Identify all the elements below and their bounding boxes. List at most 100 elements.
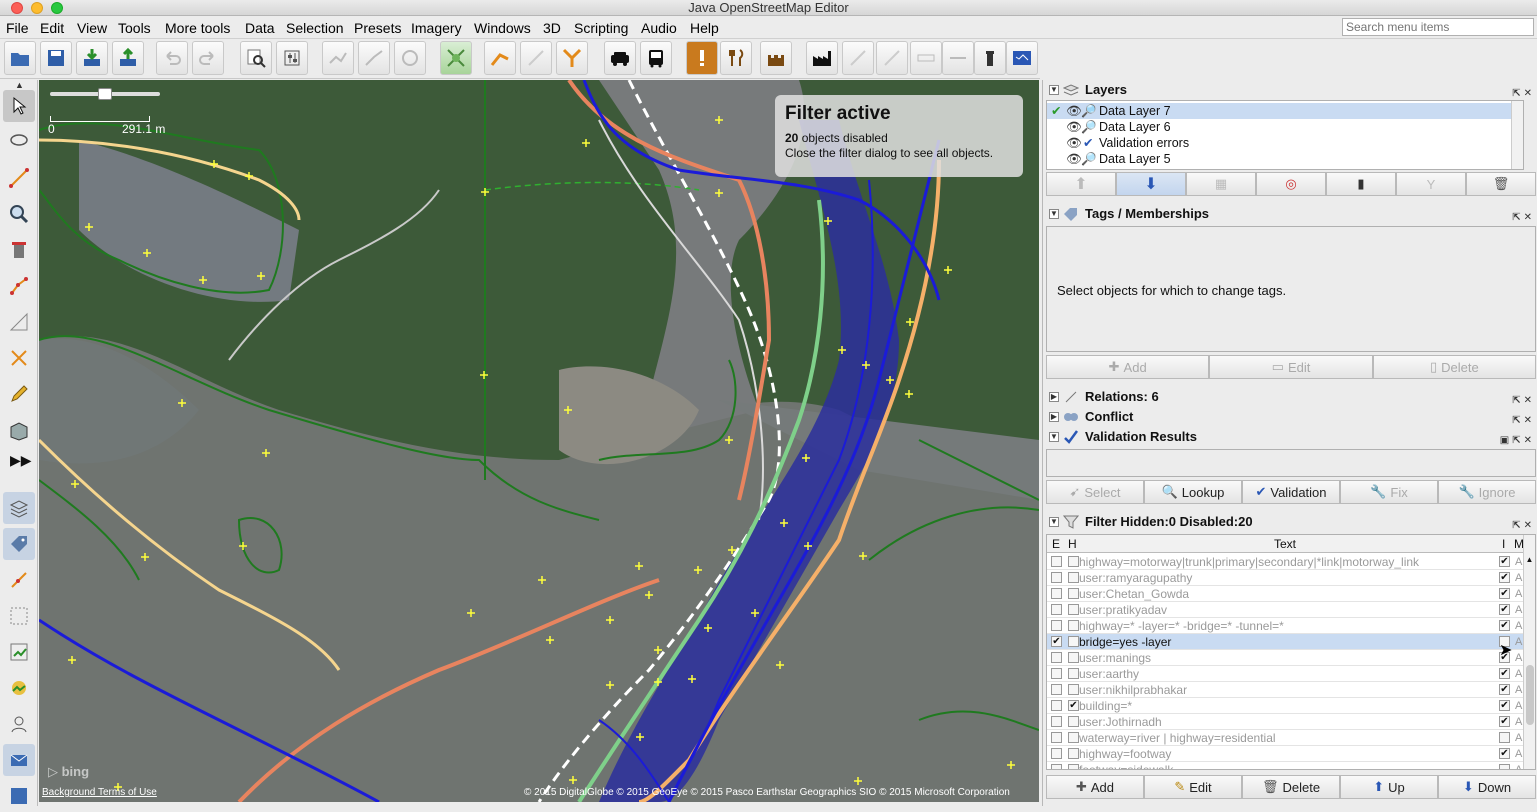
menu-presets[interactable]: Presets [354, 20, 401, 36]
filter-hidden-checkbox[interactable] [1068, 604, 1079, 615]
visible-eye-icon[interactable]: 👁 [1066, 135, 1082, 151]
filter-enabled-checkbox[interactable] [1051, 620, 1062, 631]
filter-row[interactable]: ✔ building=* ✔ A [1047, 698, 1525, 714]
filter-row[interactable]: footway=sidewalk A [1047, 762, 1525, 769]
menu-view[interactable]: View [77, 20, 107, 36]
filter-enabled-checkbox[interactable]: ✔ [1051, 636, 1062, 647]
filter-inverted-checkbox[interactable]: ✔ [1499, 716, 1510, 727]
scroll-up-icon[interactable]: ▲ [15, 80, 24, 90]
edit-filter-button[interactable]: ✎ Edit [1144, 775, 1242, 799]
filter-enabled-checkbox[interactable] [1051, 604, 1062, 615]
castle-preset-button[interactable] [760, 41, 792, 75]
background-terms-link[interactable]: Background Terms of Use [42, 787, 157, 798]
filter-inverted-checkbox[interactable]: ✔ [1499, 668, 1510, 679]
filter-enabled-checkbox[interactable] [1051, 652, 1062, 663]
filter-enabled-checkbox[interactable] [1051, 716, 1062, 727]
edit-tag-button[interactable]: ▭ Edit [1209, 355, 1373, 379]
filter-row[interactable]: user:aarthy ✔ A [1047, 666, 1525, 682]
delete-layer-button[interactable]: 🗑 [1466, 172, 1536, 196]
filter-hidden-checkbox[interactable] [1068, 716, 1079, 727]
filter-enabled-checkbox[interactable] [1051, 556, 1062, 567]
filter-inverted-checkbox[interactable] [1499, 764, 1510, 769]
preferences-button[interactable] [276, 41, 308, 75]
filter-enabled-checkbox[interactable] [1051, 588, 1062, 599]
collapse-icon[interactable]: ▼ [1049, 517, 1059, 527]
filter-mode[interactable]: A [1515, 586, 1522, 602]
select-validation-button[interactable]: ➹ Select [1046, 480, 1144, 504]
filter-hidden-checkbox[interactable] [1068, 556, 1079, 567]
filter-mode[interactable]: A [1515, 714, 1522, 730]
filter-enabled-checkbox[interactable] [1051, 700, 1062, 711]
lookup-button[interactable]: 🔍 Lookup [1144, 480, 1242, 504]
visible-eye-icon[interactable]: 👁 [1066, 119, 1082, 135]
filter-hidden-checkbox[interactable] [1068, 588, 1079, 599]
filter-enabled-checkbox[interactable] [1051, 572, 1062, 583]
filter-hidden-checkbox[interactable] [1068, 684, 1079, 695]
save-button[interactable] [40, 41, 72, 75]
filter-row[interactable]: ✔ bridge=yes -layer A [1047, 634, 1525, 650]
filter-hidden-checkbox[interactable] [1068, 732, 1079, 743]
tower-preset-button[interactable] [974, 41, 1006, 75]
panel-window-controls[interactable]: ▣⇱✕ [1500, 431, 1535, 451]
menu-imagery[interactable]: Imagery [411, 20, 462, 36]
menu-scripting[interactable]: Scripting [574, 20, 628, 36]
filter-hidden-checkbox[interactable] [1068, 636, 1079, 647]
toggle-history-button[interactable] [3, 636, 35, 668]
search-menu-input[interactable] [1342, 18, 1534, 36]
scrollbar-thumb[interactable] [1526, 665, 1534, 725]
column-inverted-header[interactable]: I [1502, 535, 1505, 553]
draw-mode-button[interactable] [3, 162, 35, 194]
filter-hidden-checkbox[interactable] [1068, 620, 1079, 631]
move-layer-down-button[interactable]: ⬇ [1116, 172, 1186, 196]
filter-table-scrollbar[interactable]: ▲ [1523, 535, 1535, 769]
combine-way-button[interactable] [358, 41, 390, 75]
filter-row[interactable]: user:pratikyadav ✔ A [1047, 602, 1525, 618]
ignore-button[interactable]: 🔧 Ignore [1438, 480, 1536, 504]
menu-file[interactable]: File [6, 20, 29, 36]
filter-inverted-checkbox[interactable]: ✔ [1499, 748, 1510, 759]
filter-panel-header[interactable]: ▼ Filter Hidden:0 Disabled:20 ⇱✕ [1043, 512, 1537, 532]
tags-panel-header[interactable]: ▼ Tags / Memberships ⇱✕ [1043, 204, 1537, 224]
filter-enabled-checkbox[interactable] [1051, 684, 1062, 695]
align-circle-button[interactable] [440, 41, 472, 75]
join-node-button[interactable] [556, 41, 588, 75]
zoom-mode-button[interactable] [3, 198, 35, 230]
filter-inverted-checkbox[interactable]: ✔ [1499, 604, 1510, 615]
filter-enabled-checkbox[interactable] [1051, 748, 1062, 759]
column-hidden-header[interactable]: H [1068, 535, 1077, 553]
toggle-layers-button[interactable] [3, 492, 35, 524]
close-window-button[interactable] [11, 2, 23, 14]
filter-hidden-checkbox[interactable] [1068, 652, 1079, 663]
filter-row[interactable]: highway=* -layer=* -bridge=* -tunnel=* ✔ A [1047, 618, 1525, 634]
bus-preset-button[interactable] [640, 41, 672, 75]
freehand-draw-button[interactable] [3, 378, 35, 410]
split-way-button[interactable] [322, 41, 354, 75]
filter-row[interactable]: highway=motorway|trunk|primary|secondary… [1047, 554, 1525, 570]
simplify-way-button[interactable] [520, 41, 552, 75]
filter-row[interactable]: waterway=river | highway=residential A [1047, 730, 1525, 746]
car-preset-button[interactable] [604, 41, 636, 75]
toggle-minimap-button[interactable] [3, 780, 35, 812]
filter-row[interactable]: user:manings ✔ A [1047, 650, 1525, 666]
validation-panel-header[interactable]: ▼ Validation Results ▣⇱✕ [1043, 427, 1537, 447]
layer-row[interactable]: 👁 ✔ Validation errors [1047, 135, 1517, 151]
filter-mode[interactable]: A [1515, 730, 1522, 746]
filter-hidden-checkbox[interactable] [1068, 572, 1079, 583]
filter-row[interactable]: user:ramyaragupathy ✔ A [1047, 570, 1525, 586]
collapse-icon[interactable]: ▼ [1049, 209, 1059, 219]
toggle-imagery-button[interactable] [3, 672, 35, 704]
menu-3d[interactable]: 3D [543, 20, 561, 36]
download-button[interactable] [76, 41, 108, 75]
conflict-panel-header[interactable]: ▶ Conflict ⇱✕ [1043, 407, 1537, 427]
layer-row[interactable]: 👁 🔎 Data Layer 5 [1047, 151, 1517, 167]
orthogonalize-button[interactable] [484, 41, 516, 75]
filter-mode[interactable]: A [1515, 698, 1522, 714]
panel-window-controls[interactable]: ⇱✕ [1512, 208, 1535, 228]
zoom-slider-handle[interactable] [98, 88, 112, 100]
layer-row[interactable]: ✔ 👁 🔎 Data Layer 7 [1047, 103, 1517, 119]
toggle-selection-button[interactable] [3, 564, 35, 596]
filter-mode[interactable]: A [1515, 602, 1522, 618]
improve-way-button[interactable] [3, 270, 35, 302]
filter-row[interactable]: user:Jothirnadh ✔ A [1047, 714, 1525, 730]
expand-tools-icon[interactable]: ▶▶ [10, 452, 32, 469]
